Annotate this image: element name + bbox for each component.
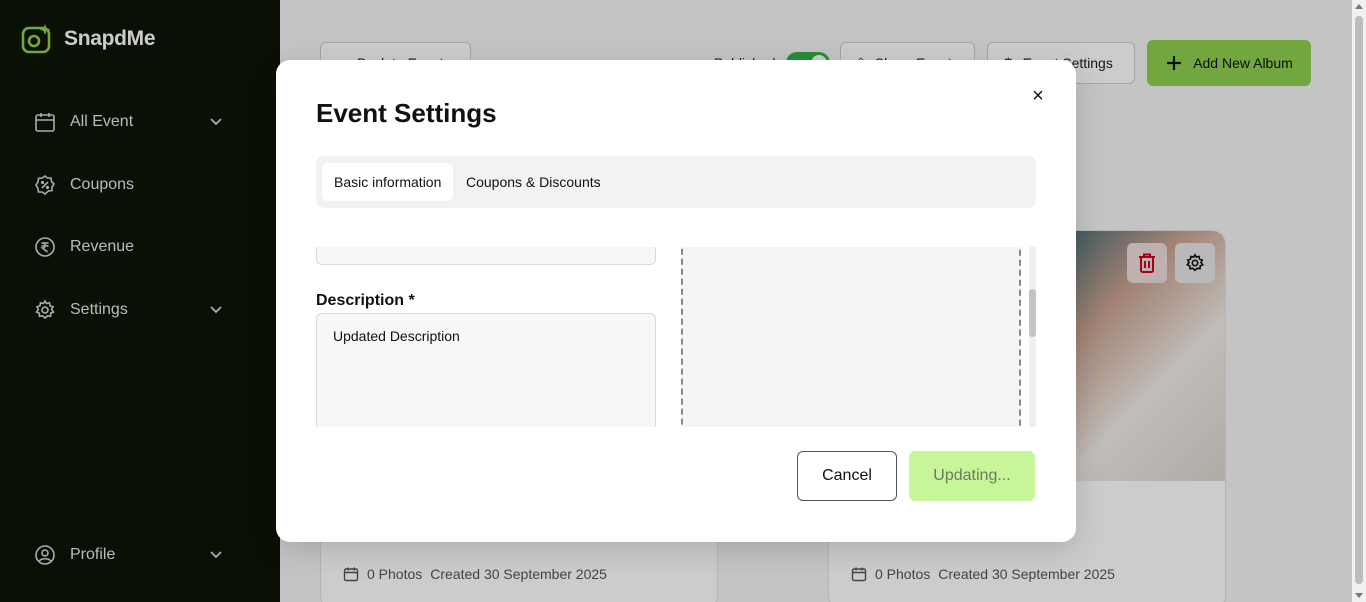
modal-scrollbar-thumb[interactable] [1029,289,1036,337]
event-field-input[interactable] [316,247,656,265]
modal-tabs: Basic information Coupons & Discounts [316,156,1036,208]
cover-image-dropzone[interactable] [681,247,1021,427]
scroll-down-arrow[interactable] [1355,593,1363,598]
page-scrollbar[interactable] [1352,0,1366,602]
modal-form-scroll-area[interactable]: Description * Updated Description [316,247,1036,427]
tab-coupons-discounts[interactable]: Coupons & Discounts [454,163,613,201]
event-settings-modal: Event Settings × Basic information Coupo… [276,60,1076,542]
description-textarea[interactable]: Updated Description [316,313,656,427]
close-icon[interactable]: × [1028,86,1048,106]
description-label: Description * [316,292,415,309]
tab-basic-information[interactable]: Basic information [322,163,454,201]
update-button[interactable]: Updating... [909,451,1035,501]
page-scrollbar-thumb[interactable] [1355,16,1363,584]
cancel-button[interactable]: Cancel [797,451,897,501]
modal-scrollbar[interactable] [1029,247,1036,427]
modal-title: Event Settings [316,98,497,128]
scroll-up-arrow[interactable] [1355,4,1363,9]
